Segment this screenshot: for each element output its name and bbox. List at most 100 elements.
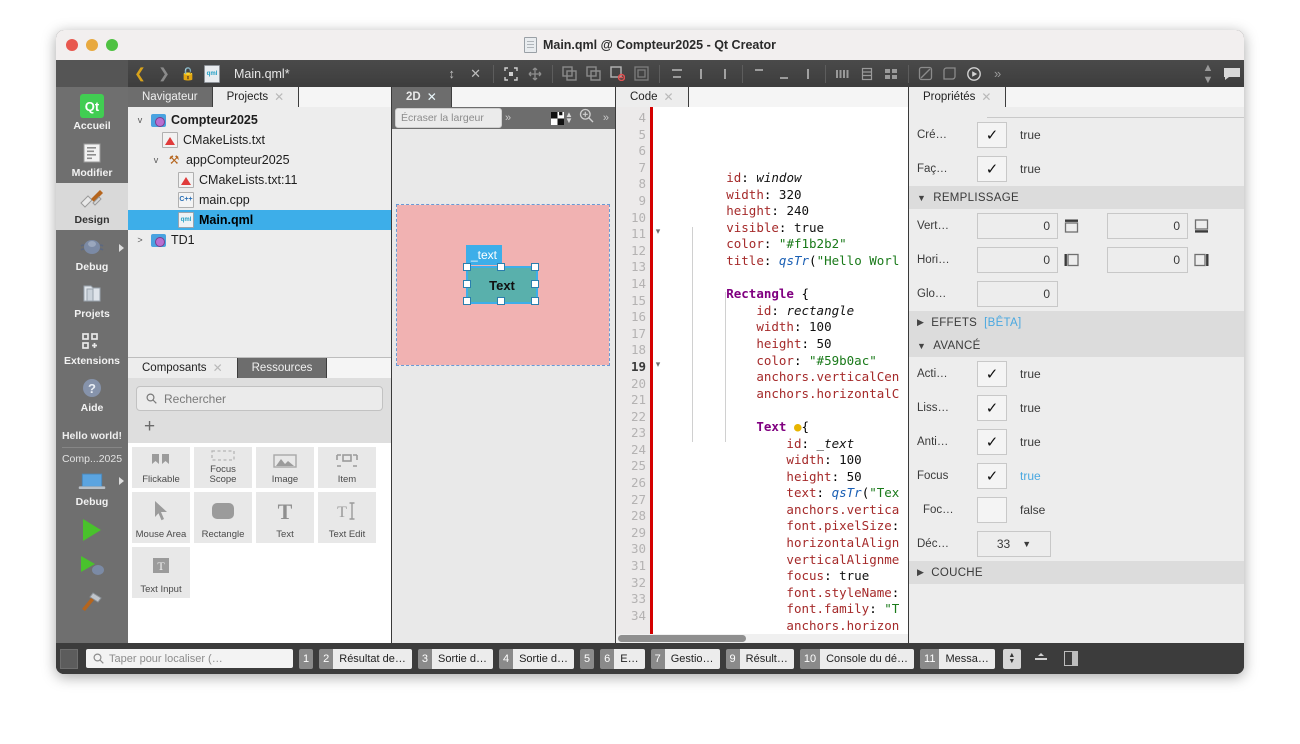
distribute-top-icon[interactable] [749, 63, 771, 85]
copy-format-icon[interactable] [559, 63, 581, 85]
stacking-order-dropdown[interactable]: 33 ▼ [977, 531, 1051, 557]
code-text-area[interactable]: 4 5 6 7 8 9 10 11 12 13 14 15 16 17 18 19 20 21 22 23 24 25 26… [616, 107, 908, 634]
output-pane-button[interactable]: 10 Console du dé… [799, 648, 915, 669]
component-image[interactable]: Image [256, 447, 314, 488]
align-vertical-center-icon[interactable] [690, 63, 712, 85]
reset-size-icon[interactable] [631, 63, 653, 85]
debug-more-arrow-icon[interactable] [119, 244, 124, 252]
grid-layout-icon[interactable] [880, 63, 902, 85]
component-rectangle[interactable]: Rectangle [194, 492, 252, 543]
output-pane-button[interactable]: 1 [299, 648, 314, 669]
component-text-input[interactable]: T Text Input [132, 547, 190, 598]
resize-handle-mr[interactable] [531, 280, 539, 288]
align-bottom-icon[interactable] [714, 63, 736, 85]
toolbar-updown-icon[interactable]: ▲ ▼ [1197, 62, 1219, 86]
resize-handle-bc[interactable] [497, 297, 505, 305]
output-pane-button[interactable]: 9 Résult… [725, 648, 794, 669]
build-button[interactable] [77, 589, 107, 615]
component-text-edit[interactable]: T Text Edit [318, 492, 376, 543]
property-checkbox[interactable]: ✓ [977, 463, 1007, 489]
section-avance[interactable]: ▼ AVANCÉ [909, 334, 1244, 357]
padding-right-input[interactable]: 0 [1107, 247, 1188, 273]
toggle-sidebar-icon[interactable] [60, 648, 78, 669]
twisty-icon[interactable]: v [150, 155, 162, 165]
component-flickable[interactable]: Flickable [132, 447, 190, 488]
tab-code[interactable]: Code ✕ [616, 87, 689, 107]
component-mouse-area[interactable]: Mouse Area [132, 492, 190, 543]
paste-format-icon[interactable] [583, 63, 605, 85]
property-checkbox[interactable]: ✓ [977, 361, 1007, 387]
components-search-input[interactable]: Rechercher [136, 386, 383, 411]
close-icon[interactable]: ✕ [981, 90, 991, 104]
toggle-rightbar-icon[interactable] [1061, 649, 1081, 669]
unlock-icon[interactable]: 🔓 [177, 63, 199, 85]
toolbar-more-icon[interactable]: » [987, 63, 1009, 85]
global-padding-input[interactable]: 0 [977, 281, 1058, 307]
close-icon[interactable]: ✕ [427, 90, 437, 104]
resize-handle-tl[interactable] [463, 263, 471, 271]
mode-projets[interactable]: Projets [56, 277, 128, 324]
scrollbar-thumb[interactable] [618, 635, 746, 642]
mode-debug[interactable]: Debug [56, 230, 128, 277]
fit-to-view-icon[interactable] [500, 63, 522, 85]
resize-handle-ml[interactable] [463, 280, 471, 288]
twisty-icon[interactable]: > [134, 235, 146, 245]
property-checkbox[interactable]: ✓ [977, 122, 1007, 148]
chevron-double-right-icon[interactable]: » [600, 112, 612, 124]
window-controls[interactable] [66, 30, 118, 60]
add-state-icon[interactable] [939, 63, 961, 85]
move-icon[interactable] [524, 63, 546, 85]
updown-icon[interactable]: ▲ ▼ [1002, 648, 1021, 669]
tab-composants[interactable]: Composants ✕ [128, 358, 238, 378]
output-pane-button[interactable]: 3 Sortie d… [417, 648, 493, 669]
start-debugging-button[interactable] [77, 553, 107, 579]
tab-projects[interactable]: Projects ✕ [212, 87, 300, 107]
output-pane-button[interactable]: 4 Sortie d… [498, 648, 574, 669]
code-content[interactable]: id: window width: 320 height: 240 visibl… [666, 107, 908, 634]
mode-extensions[interactable]: Extensions [56, 324, 128, 371]
output-pane-button[interactable]: 2 Résultat de… [319, 648, 412, 669]
output-pane-button[interactable]: 11 Messa… [920, 648, 995, 669]
tab-ressources[interactable]: Ressources [237, 358, 328, 378]
column-layout-icon[interactable] [832, 63, 854, 85]
section-remplissage[interactable]: ▼ REMPLISSAGE [909, 186, 1244, 209]
row-layout-icon[interactable] [856, 63, 878, 85]
minimize-window-button[interactable] [86, 39, 98, 51]
tree-row[interactable]: C++ main.cpp [128, 190, 391, 210]
preview-icon[interactable] [963, 63, 985, 85]
output-pane-button[interactable]: 6 E… [600, 648, 645, 669]
reset-position-icon[interactable] [607, 63, 629, 85]
component-item[interactable]: Item [318, 447, 376, 488]
navigate-forward-button[interactable]: ❯ [153, 63, 175, 85]
override-width-input[interactable]: Écraser la largeur [395, 108, 502, 128]
tab-proprietes[interactable]: Propriétés ✕ [909, 87, 1007, 107]
chevron-double-right-icon[interactable]: » [502, 112, 514, 124]
run-config-selector[interactable]: Debug [56, 467, 128, 512]
twisty-icon[interactable]: v [134, 115, 146, 125]
resize-handle-tr[interactable] [531, 263, 539, 271]
property-checkbox[interactable] [977, 497, 1007, 523]
locator-input[interactable]: Taper pour localiser (… [86, 649, 293, 668]
distribute-bottom-icon[interactable] [797, 63, 819, 85]
tree-row-selected[interactable]: qml Main.qml [128, 210, 391, 230]
align-top-icon[interactable] [666, 63, 688, 85]
output-pane-button[interactable]: 5 [580, 648, 595, 669]
component-focus-scope[interactable]: Focus Scope [194, 447, 252, 488]
mode-design[interactable]: Design [56, 183, 128, 230]
edit-annotation-icon[interactable] [915, 63, 937, 85]
close-icon[interactable]: ✕ [274, 90, 284, 104]
close-icon[interactable]: ✕ [664, 90, 674, 104]
mode-accueil[interactable]: Qt Accueil [56, 89, 128, 136]
open-file-label[interactable]: Main.qml* [234, 67, 290, 81]
resize-handle-tc[interactable] [497, 263, 505, 271]
distribute-center-icon[interactable] [773, 63, 795, 85]
tab-2d[interactable]: 2D ✕ [392, 87, 452, 107]
zoom-in-button[interactable] [579, 108, 594, 128]
root-window-preview[interactable]: _text Text [396, 204, 610, 366]
run-button[interactable] [77, 517, 107, 543]
padding-left-input[interactable]: 0 [977, 247, 1058, 273]
mode-aide[interactable]: ? Aide [56, 371, 128, 418]
section-effets[interactable]: ▶ EFFETS [BÊTA] [909, 311, 1244, 334]
tree-row[interactable]: CMakeLists.txt:11 [128, 170, 391, 190]
tree-row[interactable]: > TD1 [128, 230, 391, 250]
